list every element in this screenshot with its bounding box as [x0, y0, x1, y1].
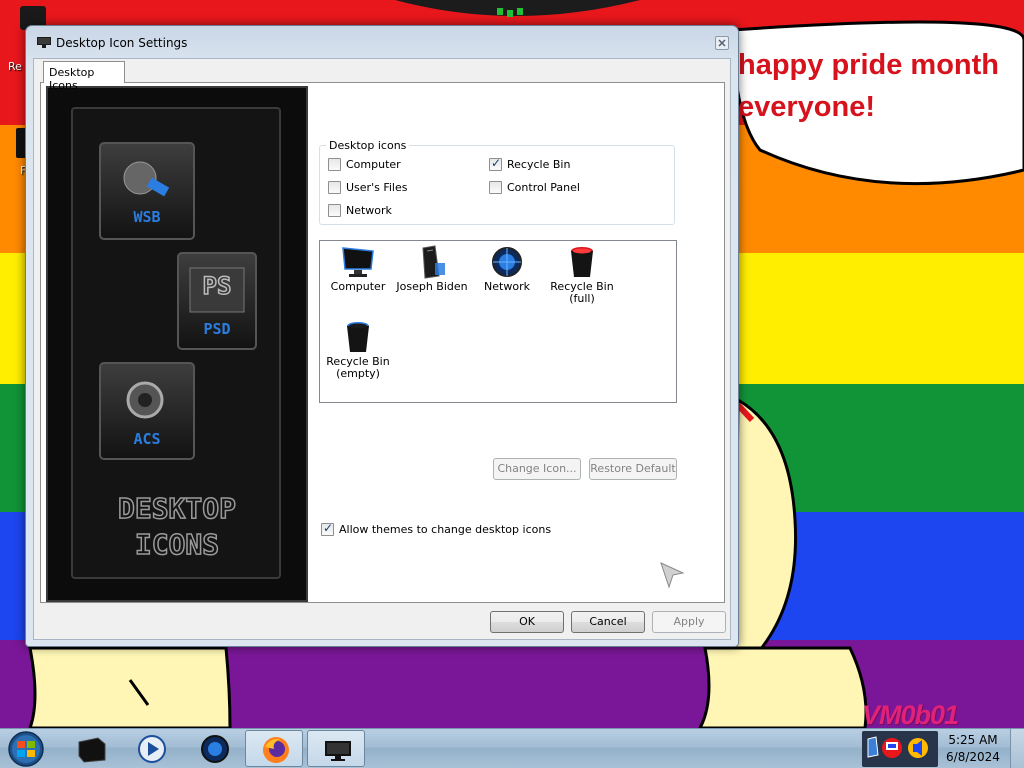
firefox-icon [263, 737, 289, 763]
desktop-icon-label: Re [8, 60, 22, 73]
clock-date[interactable]: 6/8/2024 [940, 750, 1006, 764]
checkbox-box[interactable] [328, 181, 341, 194]
watermark-text: VM0b01 [862, 700, 959, 728]
media-player-icon [138, 735, 166, 763]
checkmark-icon: ✓ [323, 521, 334, 535]
mouse-cursor-icon [660, 562, 685, 589]
network-icon [492, 247, 522, 277]
recycle-bin-empty-icon [347, 322, 369, 352]
title-bar[interactable]: Desktop Icon Settings [26, 26, 738, 58]
show-desktop-button[interactable] [1010, 729, 1024, 768]
list-item-label: Computer [330, 280, 386, 293]
tab-page: WSB PS PSD ACS DESKTOP ICONS Desktop ico… [40, 82, 725, 603]
user-files-icon [422, 245, 445, 279]
speech-line-2: everyone! [738, 91, 876, 123]
ok-button[interactable]: OK [490, 611, 564, 633]
list-item-label: Joseph Biden [396, 280, 468, 293]
taskbar-media-player-button[interactable] [122, 730, 180, 767]
list-item-recycle-bin-empty[interactable]: Recycle Bin (empty) [320, 320, 396, 380]
taskbar-display-settings-button[interactable] [307, 730, 365, 767]
checkbox-label: Control Panel [507, 181, 580, 194]
clock-time[interactable]: 5:25 AM [940, 733, 1006, 747]
preview-caption-line2: ICONS [135, 528, 219, 561]
checkbox-box[interactable] [328, 204, 341, 217]
preview-ps-glyph: PS [203, 272, 232, 300]
start-button[interactable] [4, 730, 48, 768]
checkbox-label: User's Files [346, 181, 408, 194]
list-item-computer[interactable]: Computer [320, 245, 396, 293]
computer-icon [342, 247, 374, 277]
list-item-user-files[interactable]: Joseph Biden [394, 245, 470, 293]
checkbox-box[interactable] [489, 181, 502, 194]
restore-default-button[interactable]: Restore Default [589, 458, 677, 480]
theme-preview-panel: WSB PS PSD ACS DESKTOP ICONS [46, 86, 308, 602]
preview-tile-label: PSD [203, 320, 230, 338]
checkbox-computer[interactable]: Computer [328, 158, 401, 171]
tray-network-icon[interactable] [882, 738, 902, 758]
checkbox-label: Allow themes to change desktop icons [339, 523, 552, 536]
cancel-button[interactable]: Cancel [571, 611, 645, 633]
preview-caption-line1: DESKTOP [118, 492, 236, 525]
network-globe-icon [201, 735, 229, 763]
tray-shield-icon[interactable] [867, 736, 879, 758]
close-button[interactable] [715, 36, 729, 50]
recycle-bin-full-icon [571, 247, 593, 277]
display-settings-icon [325, 741, 351, 761]
checkbox-label: Network [346, 204, 392, 217]
taskbar-network-globe-button[interactable] [185, 730, 243, 767]
preview-tile-label: ACS [133, 430, 160, 448]
window-title: Desktop Icon Settings [56, 36, 188, 50]
checkbox-box[interactable] [328, 158, 341, 171]
preview-tile-label: WSB [133, 208, 160, 226]
tray-volume-icon[interactable] [908, 738, 928, 758]
taskbar-firefox-button[interactable] [245, 730, 303, 767]
checkbox-label: Computer [346, 158, 401, 171]
explorer-icon [78, 737, 106, 763]
list-item-label: Network [484, 280, 530, 293]
checkbox-recycle-bin[interactable]: ✓ Recycle Bin [489, 156, 571, 171]
speech-bubble-text: happy pride month everyone! [738, 44, 1024, 128]
dialog-client-area: Desktop Icons WSB PS PSD ACS DESKTOP ICO… [33, 58, 731, 640]
tab-desktop-icons[interactable]: Desktop Icons [43, 61, 125, 92]
list-item-label-line2: (full) [569, 292, 595, 305]
system-tray[interactable] [862, 731, 938, 767]
icon-list-view[interactable]: Computer Joseph Biden Network Recycle Bi… [319, 240, 677, 403]
checkbox-box-checked[interactable]: ✓ [321, 521, 334, 536]
desktop-icons-groupbox: Desktop icons Computer User's Files Netw… [319, 139, 675, 225]
change-icon-button[interactable]: Change Icon... [493, 458, 581, 480]
checkbox-network[interactable]: Network [328, 204, 392, 217]
checkbox-users-files[interactable]: User's Files [328, 181, 407, 194]
monitor-icon [37, 37, 51, 48]
speech-line-1: happy pride month [738, 49, 999, 81]
taskbar-explorer-button[interactable] [62, 730, 120, 767]
theme-preview-art: WSB PS PSD ACS DESKTOP ICONS [71, 107, 281, 579]
list-item-label-line2: (empty) [336, 367, 380, 380]
taskbar: 5:25 AM 6/8/2024 [0, 728, 1024, 768]
checkbox-control-panel[interactable]: Control Panel [489, 181, 580, 194]
close-icon [718, 39, 726, 47]
apply-button[interactable]: Apply [652, 611, 726, 633]
groupbox-label: Desktop icons [326, 139, 410, 152]
checkbox-box-checked[interactable]: ✓ [489, 156, 502, 171]
list-item-recycle-bin-full[interactable]: Recycle Bin (full) [544, 245, 620, 305]
list-item-network[interactable]: Network [469, 245, 545, 293]
checkmark-icon: ✓ [491, 156, 502, 170]
checkbox-label: Recycle Bin [507, 158, 571, 171]
checkbox-allow-themes[interactable]: ✓ Allow themes to change desktop icons [321, 521, 552, 536]
desktop-icon-settings-dialog: Desktop Icon Settings Desktop Icons WSB … [25, 25, 739, 647]
